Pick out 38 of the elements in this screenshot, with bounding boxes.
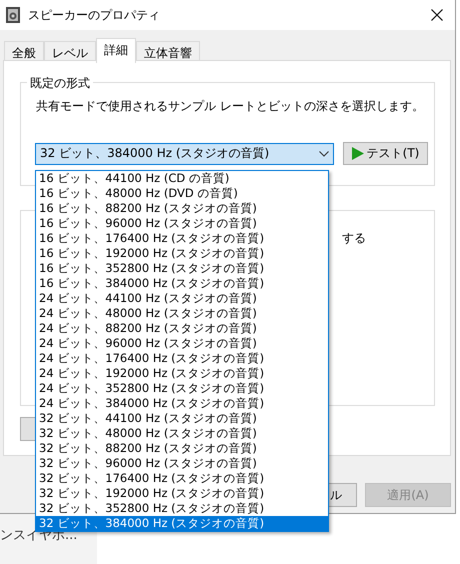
dropdown-option[interactable]: 32 ビット、176400 Hz (スタジオの音質) xyxy=(36,471,328,486)
dropdown-option[interactable]: 24 ビット、192000 Hz (スタジオの音質) xyxy=(36,366,328,381)
dropdown-option[interactable]: 32 ビット、44100 Hz (スタジオの音質) xyxy=(36,411,328,426)
speaker-icon xyxy=(6,7,20,23)
dropdown-option[interactable]: 24 ビット、88200 Hz (スタジオの音質) xyxy=(36,321,328,336)
close-icon[interactable] xyxy=(431,9,443,21)
dropdown-option[interactable]: 24 ビット、384000 Hz (スタジオの音質) xyxy=(36,396,328,411)
description-text: 共有モードで使用されるサンプル レートとビットの深さを選択します。 xyxy=(36,99,424,113)
option-label: する xyxy=(342,230,366,247)
tab[interactable]: 立体音響 xyxy=(136,41,200,62)
chevron-icon xyxy=(319,150,329,156)
dropdown-option[interactable]: 32 ビット、96000 Hz (スタジオの音質) xyxy=(36,456,328,471)
dropdown-option[interactable]: 24 ビット、352800 Hz (スタジオの音質) xyxy=(36,381,328,396)
dropdown-option[interactable]: 24 ビット、48000 Hz (スタジオの音質) xyxy=(36,306,328,321)
dropdown-option[interactable]: 16 ビット、352800 Hz (スタジオの音質) xyxy=(36,261,328,276)
dropdown-option[interactable]: 16 ビット、192000 Hz (スタジオの音質) xyxy=(36,246,328,261)
dropdown-option[interactable]: 32 ビット、88200 Hz (スタジオの音質) xyxy=(36,441,328,456)
dropdown-option[interactable]: 24 ビット、44100 Hz (スタジオの音質) xyxy=(36,291,328,306)
dropdown-option[interactable]: 32 ビット、192000 Hz (スタジオの音質) xyxy=(36,486,328,501)
dropdown-option[interactable]: 16 ビット、88200 Hz (スタジオの音質) xyxy=(36,201,328,216)
dropdown-option[interactable]: 24 ビット、96000 Hz (スタジオの音質) xyxy=(36,336,328,351)
play-icon xyxy=(352,147,364,160)
dropdown-option[interactable]: 32 ビット、352800 Hz (スタジオの音質) xyxy=(36,501,328,516)
dropdown-option[interactable]: 32 ビット、384000 Hz (スタジオの音質) xyxy=(36,516,328,531)
dropdown-option[interactable]: 16 ビット、384000 Hz (スタジオの音質) xyxy=(36,276,328,291)
dropdown-option[interactable]: 16 ビット、48000 Hz (DVD の音質) xyxy=(36,186,328,201)
group-label: 既定の形式 xyxy=(27,75,93,92)
dropdown-option[interactable]: 24 ビット、176400 Hz (スタジオの音質) xyxy=(36,351,328,366)
window-title: スピーカーのプロパティ xyxy=(28,6,161,24)
dropdown-option[interactable]: 16 ビット、96000 Hz (スタジオの音質) xyxy=(36,216,328,231)
dropdown-option[interactable]: 16 ビット、176400 Hz (スタジオの音質) xyxy=(36,231,328,246)
tab[interactable]: 詳細 xyxy=(96,38,136,63)
format-dropdown[interactable]: 32 ビット、384000 Hz (スタジオの音質) xyxy=(35,142,334,164)
tab[interactable]: レベル xyxy=(44,41,96,62)
dropdown-option[interactable]: 32 ビット、48000 Hz (スタジオの音質) xyxy=(36,426,328,441)
tab[interactable]: 全般 xyxy=(4,41,44,62)
test-button[interactable]: テスト(T) xyxy=(343,142,428,165)
dropdown-option[interactable]: 16 ビット、44100 Hz (CD の音質) xyxy=(36,171,328,186)
